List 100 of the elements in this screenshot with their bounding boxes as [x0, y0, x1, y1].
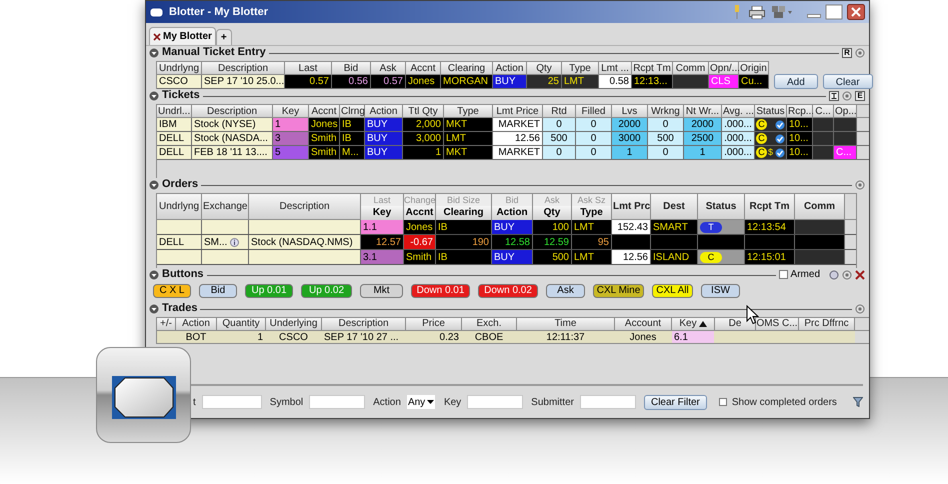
column-header[interactable]: Ttl Qty — [403, 105, 444, 117]
column-header[interactable]: Price — [406, 318, 462, 330]
column-header[interactable]: C... — [813, 105, 834, 117]
order-button[interactable]: Bid — [199, 284, 237, 298]
column-header[interactable]: Description — [192, 105, 273, 117]
column-header[interactable]: Accnt — [404, 206, 435, 220]
column-header[interactable]: Ask — [371, 62, 406, 74]
order-button[interactable]: ISW — [701, 284, 740, 298]
column-header[interactable]: Origin — [739, 62, 769, 74]
input-field[interactable] — [580, 395, 636, 409]
toolbar-key[interactable]: R — [842, 48, 852, 58]
column-header[interactable]: Description — [249, 194, 361, 219]
column-header[interactable]: Description — [202, 62, 285, 74]
column-header[interactable]: +/- — [157, 318, 176, 330]
input-field[interactable] — [467, 395, 524, 409]
column-header[interactable]: Lmt Prc — [612, 194, 651, 219]
checkbox[interactable] — [778, 270, 788, 279]
column-header[interactable]: Clrng — [340, 105, 365, 117]
section-title: Tickets — [162, 88, 200, 104]
toolbar-key[interactable]: E — [855, 90, 865, 100]
table-cell: 0 — [576, 132, 612, 145]
button[interactable]: Add — [774, 74, 818, 89]
column-header[interactable]: Lvs — [612, 105, 648, 117]
column-header[interactable]: De — [715, 318, 756, 330]
column-header[interactable]: Status — [698, 194, 745, 219]
column-header[interactable]: Type — [562, 62, 599, 74]
table-cell: 12:11:37 — [517, 331, 615, 343]
column-header[interactable]: Quantity — [217, 318, 266, 330]
column-header[interactable]: Qty — [527, 62, 562, 74]
column-header[interactable]: Qty — [533, 206, 571, 220]
column-header[interactable]: Wrkng — [648, 105, 684, 117]
column-header[interactable]: Status — [755, 105, 787, 117]
column-header[interactable]: Key — [273, 105, 309, 117]
column-header[interactable]: Lmt ... — [599, 62, 632, 74]
column-header[interactable]: Rcpt Tm — [632, 62, 673, 74]
checkbox-label: Show completed orders — [732, 396, 837, 410]
table-cell: 12:13:54 — [745, 220, 795, 234]
column-header[interactable]: Time — [517, 318, 615, 330]
table-cell: 3 — [273, 132, 309, 145]
column-header[interactable]: Clearing — [436, 206, 491, 220]
table-cell: BUY — [492, 220, 533, 234]
input-field[interactable] — [309, 395, 366, 409]
column-header[interactable]: Undrl... — [157, 105, 192, 117]
checkbox[interactable] — [718, 398, 727, 406]
collapse-icon — [149, 90, 159, 100]
column-header[interactable]: Exch. — [462, 318, 517, 330]
order-button[interactable]: CXL All — [652, 284, 693, 298]
order-button[interactable]: Down 0.01 — [411, 284, 470, 298]
column-header[interactable]: Comm — [795, 194, 845, 219]
clear-filter-button[interactable]: Clear Filter — [644, 394, 707, 410]
column-header[interactable]: Last — [285, 62, 332, 74]
column-header[interactable]: Lmt Price — [493, 105, 543, 117]
column-header[interactable]: Nt Wr... — [684, 105, 722, 117]
status-badge: C — [756, 119, 767, 130]
column-header[interactable]: OMS C... — [756, 318, 799, 330]
column-header[interactable]: Action — [176, 318, 217, 330]
column-header[interactable]: Bid — [332, 62, 371, 74]
column-header[interactable]: Clearing — [441, 62, 493, 74]
column-header[interactable]: Undrlyng — [157, 194, 202, 219]
column-header[interactable]: Op... — [834, 105, 857, 117]
tab[interactable]: My Blotter — [149, 27, 216, 45]
dropdown[interactable]: Any — [406, 395, 435, 409]
column-header[interactable]: Rcp... — [787, 105, 813, 117]
order-button[interactable]: Down 0.02 — [478, 284, 538, 298]
column-header[interactable]: Action — [492, 206, 532, 220]
column-header[interactable]: Prc Dffrnc — [799, 318, 855, 330]
field-label: Action — [373, 396, 401, 410]
column-header[interactable]: Opn/... — [709, 62, 739, 74]
column-header[interactable]: Action — [365, 105, 403, 117]
column-header[interactable]: Account — [615, 318, 672, 330]
column-header[interactable]: Accnt — [309, 105, 340, 117]
column-header[interactable]: Key — [361, 206, 403, 220]
column-header[interactable]: Rcpt Tm — [745, 194, 795, 219]
table-cell: Smith — [404, 250, 436, 264]
input-field[interactable] — [202, 395, 262, 409]
table-cell: SEP 17 '10 27 ... — [322, 331, 406, 343]
column-header[interactable]: Type — [572, 206, 611, 220]
column-header[interactable]: Undrlyng — [157, 62, 202, 74]
button[interactable]: Clear — [822, 74, 873, 89]
column-header[interactable]: Avg. ... — [722, 105, 755, 117]
column-header[interactable]: Underlying — [266, 318, 322, 330]
order-button[interactable]: CXL Mine — [593, 284, 644, 298]
table-cell — [157, 220, 202, 234]
column-header[interactable]: Exchange — [202, 194, 249, 219]
column-header[interactable]: Comm — [673, 62, 709, 74]
field-label: Key — [444, 396, 462, 410]
column-header[interactable]: Description — [322, 318, 406, 330]
tab[interactable]: + — [216, 29, 232, 45]
order-button[interactable]: C X L — [153, 284, 191, 298]
column-header[interactable]: Key — [672, 318, 715, 330]
order-button[interactable]: Mkt — [360, 284, 403, 298]
column-header[interactable]: Dest — [651, 194, 698, 219]
collapse-icon — [149, 270, 159, 280]
order-button[interactable]: Ask — [546, 284, 585, 298]
column-header[interactable]: Accnt — [406, 62, 441, 74]
settings-icon — [855, 48, 865, 58]
column-header[interactable]: Type — [444, 105, 493, 117]
column-header[interactable]: Action — [493, 62, 527, 74]
column-header[interactable]: Filled — [576, 105, 612, 117]
column-header[interactable]: Rtd — [543, 105, 576, 117]
